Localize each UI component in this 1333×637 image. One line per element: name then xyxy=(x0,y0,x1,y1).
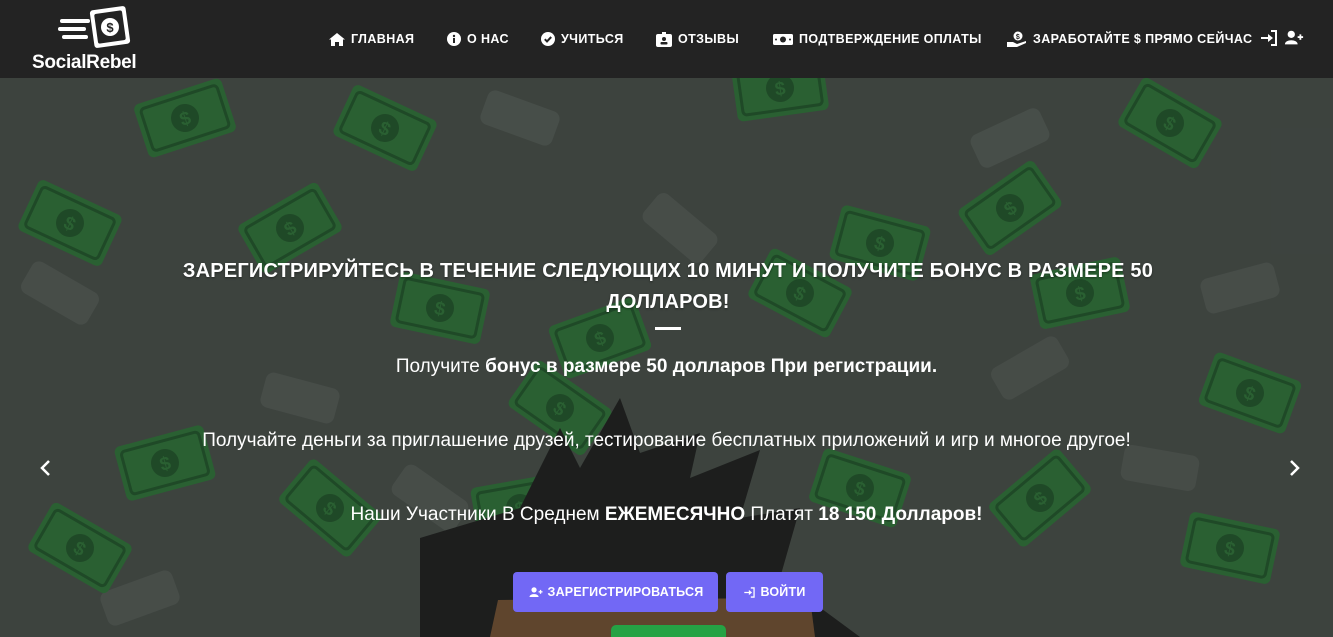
id-badge-icon xyxy=(656,31,672,47)
home-icon xyxy=(329,32,345,46)
payout-text-b: ЕЖЕМЕСЯЧНО xyxy=(604,504,746,525)
info-circle-icon xyxy=(447,32,461,46)
check-circle-icon xyxy=(541,32,555,46)
nav-reviews-label: ОТЗЫВЫ xyxy=(678,32,740,46)
nav-learn[interactable]: УЧИТЬСЯ xyxy=(541,28,624,50)
login-button[interactable]: ВОЙТИ xyxy=(726,572,823,612)
hero-section: $ xyxy=(0,78,1333,637)
green-action-button[interactable] xyxy=(611,625,726,637)
average-payout-line: Наши Участники В Среднем ЕЖЕМЕСЯЧНО Плат… xyxy=(0,504,1333,526)
sign-in-icon[interactable] xyxy=(1259,28,1279,48)
hand-holding-usd-icon: $ xyxy=(1007,31,1026,47)
bonus-line-bold: бонус в размере 50 долларов При регистра… xyxy=(485,356,938,377)
navbar: $ SocialRebel ГЛАВНАЯ О НАС УЧИТЬСЯ ОТЗЫ… xyxy=(0,0,1333,78)
nav-earn-now[interactable]: $ ЗАРАБОТАЙТЕ $ ПРЯМО СЕЙЧАС xyxy=(1007,28,1252,50)
money-bill-icon xyxy=(773,33,793,45)
bonus-line: Получите бонус в размере 50 долларов При… xyxy=(0,356,1333,378)
register-button[interactable]: ЗАРЕГИСТРИРОВАТЬСЯ xyxy=(513,572,718,612)
chevron-left-icon[interactable] xyxy=(36,456,56,480)
hero-title: ЗАРЕГИСТРИРУЙТЕСЬ В ТЕЧЕНИЕ СЛЕДУЮЩИХ 10… xyxy=(182,260,1154,313)
login-button-label: ВОЙТИ xyxy=(760,585,806,599)
register-button-label: ЗАРЕГИСТРИРОВАТЬСЯ xyxy=(547,585,704,599)
nav-payment-proof[interactable]: ПОДТВЕРЖДЕНИЕ ОПЛАТЫ xyxy=(773,28,982,50)
title-divider xyxy=(655,327,681,330)
earnings-line: Получайте деньги за приглашение друзей, … xyxy=(202,430,1131,451)
svg-text:$: $ xyxy=(1016,34,1020,41)
nav-learn-label: УЧИТЬСЯ xyxy=(561,32,624,46)
nav-home[interactable]: ГЛАВНАЯ xyxy=(329,28,414,50)
svg-text:$: $ xyxy=(106,20,114,35)
brand[interactable]: $ SocialRebel xyxy=(32,6,162,73)
nav-earn-now-label: ЗАРАБОТАЙТЕ $ ПРЯМО СЕЙЧАС xyxy=(1033,32,1253,46)
chevron-right-icon[interactable] xyxy=(1284,456,1304,480)
nav-reviews[interactable]: ОТЗЫВЫ xyxy=(656,28,739,50)
sign-in-icon xyxy=(744,586,756,598)
payout-text-c: Платят xyxy=(745,504,819,525)
nav-home-label: ГЛАВНАЯ xyxy=(351,32,415,46)
user-plus-icon xyxy=(529,586,543,597)
nav-about-label: О НАС xyxy=(467,32,509,46)
payout-text-d: 18 150 Долларов! xyxy=(818,504,983,525)
bonus-line-prefix: Получите xyxy=(395,356,486,377)
payout-text-a: Наши Участники В Среднем xyxy=(350,504,605,525)
brand-name: SocialRebel xyxy=(32,52,137,73)
user-plus-icon[interactable] xyxy=(1284,28,1304,48)
nav-payment-proof-label: ПОДТВЕРЖДЕНИЕ ОПЛАТЫ xyxy=(799,32,982,46)
nav-about[interactable]: О НАС xyxy=(447,28,509,50)
money-logo-icon: $ xyxy=(58,6,131,48)
